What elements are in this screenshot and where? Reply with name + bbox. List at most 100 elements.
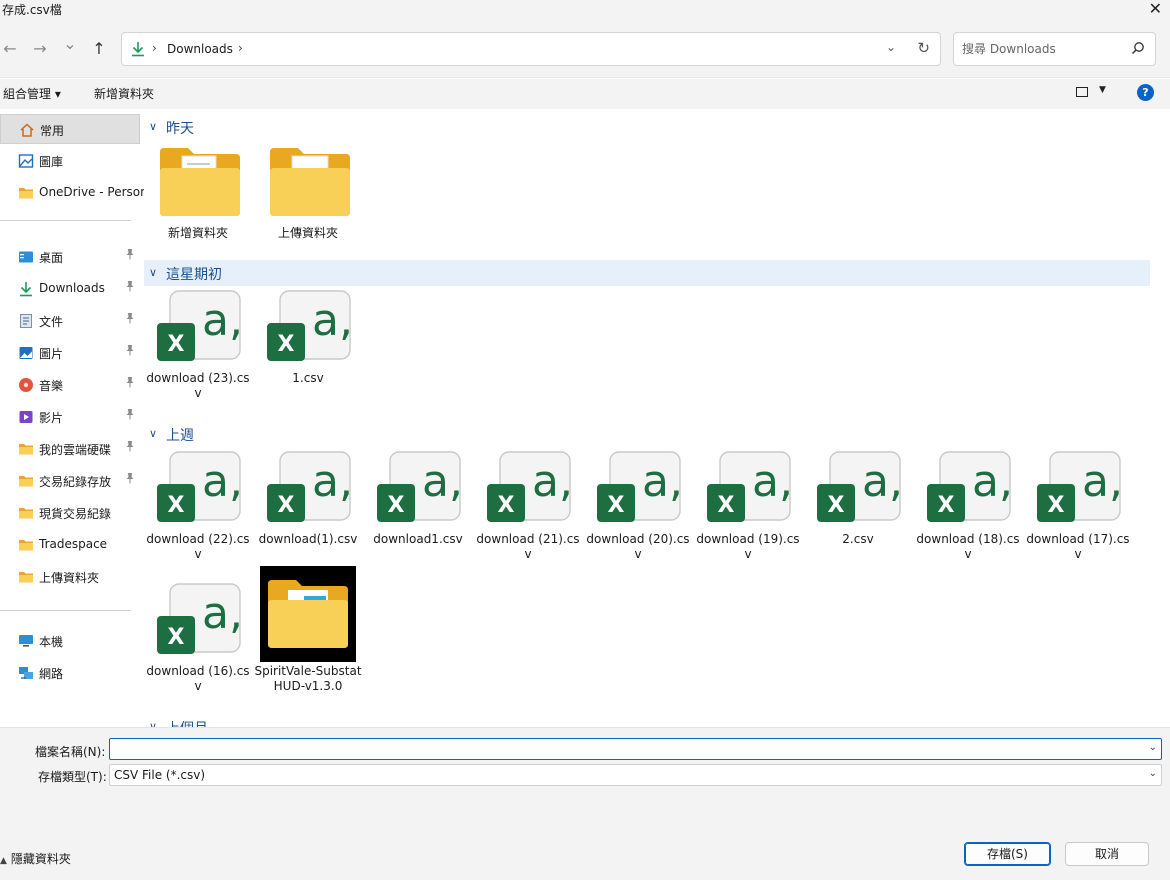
pin-icon[interactable] <box>125 376 135 391</box>
pin-icon[interactable] <box>125 408 135 423</box>
group-label: 上個月 <box>166 718 208 727</box>
expand-chevron-icon[interactable]: › <box>0 632 1 642</box>
svg-text:a,: a, <box>202 456 243 507</box>
file-item[interactable]: a, Xdownload(1).csv <box>254 448 357 572</box>
breadcrumb-downloads[interactable]: Downloads <box>167 42 233 56</box>
hide-folders-button[interactable]: ▲ 隱藏資料夾 <box>0 850 71 867</box>
desktop-icon <box>18 249 34 265</box>
save-button[interactable]: 存檔(S) <box>964 842 1051 866</box>
up-button[interactable]: ↑ <box>89 39 109 59</box>
chevron-down-icon[interactable]: ⌄ <box>886 40 896 54</box>
file-name: download (17).csv <box>1026 532 1130 561</box>
svg-text:X: X <box>718 493 735 518</box>
sidebar-item-2[interactable]: 圖庫 <box>0 146 140 176</box>
file-item[interactable]: a, X 2.csv <box>804 448 903 572</box>
chevron-down-icon[interactable]: ⌄ <box>1149 742 1157 753</box>
search-input[interactable] <box>962 40 1122 58</box>
file-item[interactable]: a, Xdownload (19).csv <box>694 448 800 572</box>
sidebar-item-5[interactable]: Downloads <box>0 274 140 304</box>
group-header-1[interactable]: ∨ 昨天 <box>144 114 1150 140</box>
file-item[interactable]: a, Xdownload (21).csv <box>474 448 580 572</box>
sidebar-item-12[interactable]: 現貨交易紀錄 <box>0 498 140 528</box>
file-item[interactable]: a, Xdownload (20).csv <box>584 448 690 572</box>
computer-icon <box>18 633 34 649</box>
group-header-4[interactable]: ∨ 上個月 <box>144 714 1150 727</box>
sidebar-item-15[interactable]: › 本機 <box>0 626 140 656</box>
refresh-icon[interactable]: ↻ <box>917 39 930 57</box>
pin-icon[interactable] <box>125 344 135 359</box>
chevron-down-icon[interactable]: ⌄ <box>1149 768 1157 779</box>
svg-text:a,: a, <box>1082 456 1123 507</box>
search-box[interactable] <box>953 32 1156 66</box>
group-header-3[interactable]: ∨ 上週 <box>144 421 1150 447</box>
view-dropdown-icon[interactable]: ▼ <box>1099 85 1106 95</box>
filename-field[interactable]: ⌄ <box>109 738 1162 760</box>
network-icon <box>18 665 34 681</box>
sidebar-item-6[interactable]: 文件 <box>0 306 140 336</box>
sidebar-item-4[interactable]: 桌面 <box>0 242 140 272</box>
file-list: ∨昨天新增資料夾a上傳資料夾∨這星期初a,Xdownload (23).csva… <box>144 110 1156 727</box>
file-item[interactable]: 新增資料夾 <box>144 142 240 266</box>
help-icon[interactable]: ? <box>1137 84 1154 101</box>
sidebar-item-9[interactable]: 影片 <box>0 402 140 432</box>
svg-text:a,: a, <box>312 295 353 346</box>
svg-text:X: X <box>608 493 625 518</box>
file-item[interactable]: a, Xdownload (17).csv <box>1024 448 1130 572</box>
group-header-2[interactable]: ∨ 這星期初 <box>144 260 1150 286</box>
csv-file-icon: a, X <box>156 580 244 660</box>
recent-locations-button[interactable]: ⌄ <box>60 34 80 54</box>
close-button[interactable]: ✕ <box>1149 0 1162 18</box>
file-name: download (20).csv <box>586 532 690 561</box>
file-item[interactable]: a, Xdownload (16).csv <box>144 580 250 704</box>
filename-label: 檔案名稱(N): <box>35 745 106 759</box>
csv-file-icon: a, X <box>816 448 904 528</box>
sidebar-item-16[interactable]: › 網路 <box>0 658 140 688</box>
sidebar-item-10[interactable]: 我的雲端硬碟 <box>0 434 140 464</box>
filename-input[interactable] <box>113 740 1133 758</box>
breadcrumb-separator: › <box>238 41 243 55</box>
pin-icon[interactable] <box>125 248 135 263</box>
back-button[interactable]: ← <box>0 39 20 59</box>
pin-icon[interactable] <box>125 472 135 487</box>
new-folder-button[interactable]: 新增資料夾 <box>94 85 154 102</box>
pin-icon[interactable] <box>125 280 135 295</box>
file-item[interactable]: a, Xdownload (22).csv <box>144 448 250 572</box>
file-item[interactable]: a, X 1.csv <box>254 287 353 411</box>
sidebar-item-14[interactable]: 上傳資料夾 <box>0 562 140 592</box>
address-bar[interactable]: › Downloads › ⌄ ↻ <box>121 32 941 66</box>
organize-menu[interactable]: 組合管理 ▾ <box>3 85 61 102</box>
title-bar: 存成.csv檔 ✕ <box>0 0 1170 22</box>
file-item[interactable]: a上傳資料夾 <box>254 142 350 266</box>
folder-icon <box>156 142 244 222</box>
cancel-button[interactable]: 取消 <box>1065 842 1149 866</box>
file-item[interactable]: a, Xdownload1.csv <box>364 448 463 572</box>
expand-chevron-icon[interactable]: › <box>0 184 1 194</box>
svg-text:X: X <box>168 332 185 357</box>
filetype-value: CSV File (*.csv) <box>114 768 206 782</box>
svg-text:a,: a, <box>642 456 683 507</box>
csv-file-icon: a, X <box>926 448 1014 528</box>
svg-text:X: X <box>938 493 955 518</box>
sidebar-item-13[interactable]: Tradespace <box>0 530 140 560</box>
file-item[interactable]: SpiritVale-SubstatHUD-v1.3.0 <box>254 566 362 704</box>
forward-button[interactable]: → <box>30 39 50 59</box>
expand-chevron-icon[interactable]: › <box>0 664 1 674</box>
sidebar-item-7[interactable]: 圖片 <box>0 338 140 368</box>
svg-text:a,: a, <box>422 456 463 507</box>
sidebar-item-1[interactable]: 常用 <box>0 114 140 144</box>
folder-icon <box>260 566 356 662</box>
sidebar-item-8[interactable]: 音樂 <box>0 370 140 400</box>
filetype-label: 存檔類型(T): <box>38 770 107 784</box>
file-item[interactable]: a, Xdownload (18).csv <box>914 448 1020 572</box>
sidebar-item-11[interactable]: 交易紀錄存放 <box>0 466 140 496</box>
file-item[interactable]: a, Xdownload (23).csv <box>144 287 250 411</box>
sidebar-item-3[interactable]: › OneDrive - Person <box>0 178 144 208</box>
sidebar-item-label: Downloads <box>39 281 105 295</box>
pin-icon[interactable] <box>125 312 135 327</box>
sidebar-item-label: 圖片 <box>39 347 64 361</box>
pin-icon[interactable] <box>125 440 135 455</box>
filetype-select[interactable]: CSV File (*.csv) ⌄ <box>109 764 1162 786</box>
scrollbar[interactable] <box>1157 110 1170 727</box>
svg-text:X: X <box>388 493 405 518</box>
view-icon[interactable] <box>1076 87 1088 97</box>
